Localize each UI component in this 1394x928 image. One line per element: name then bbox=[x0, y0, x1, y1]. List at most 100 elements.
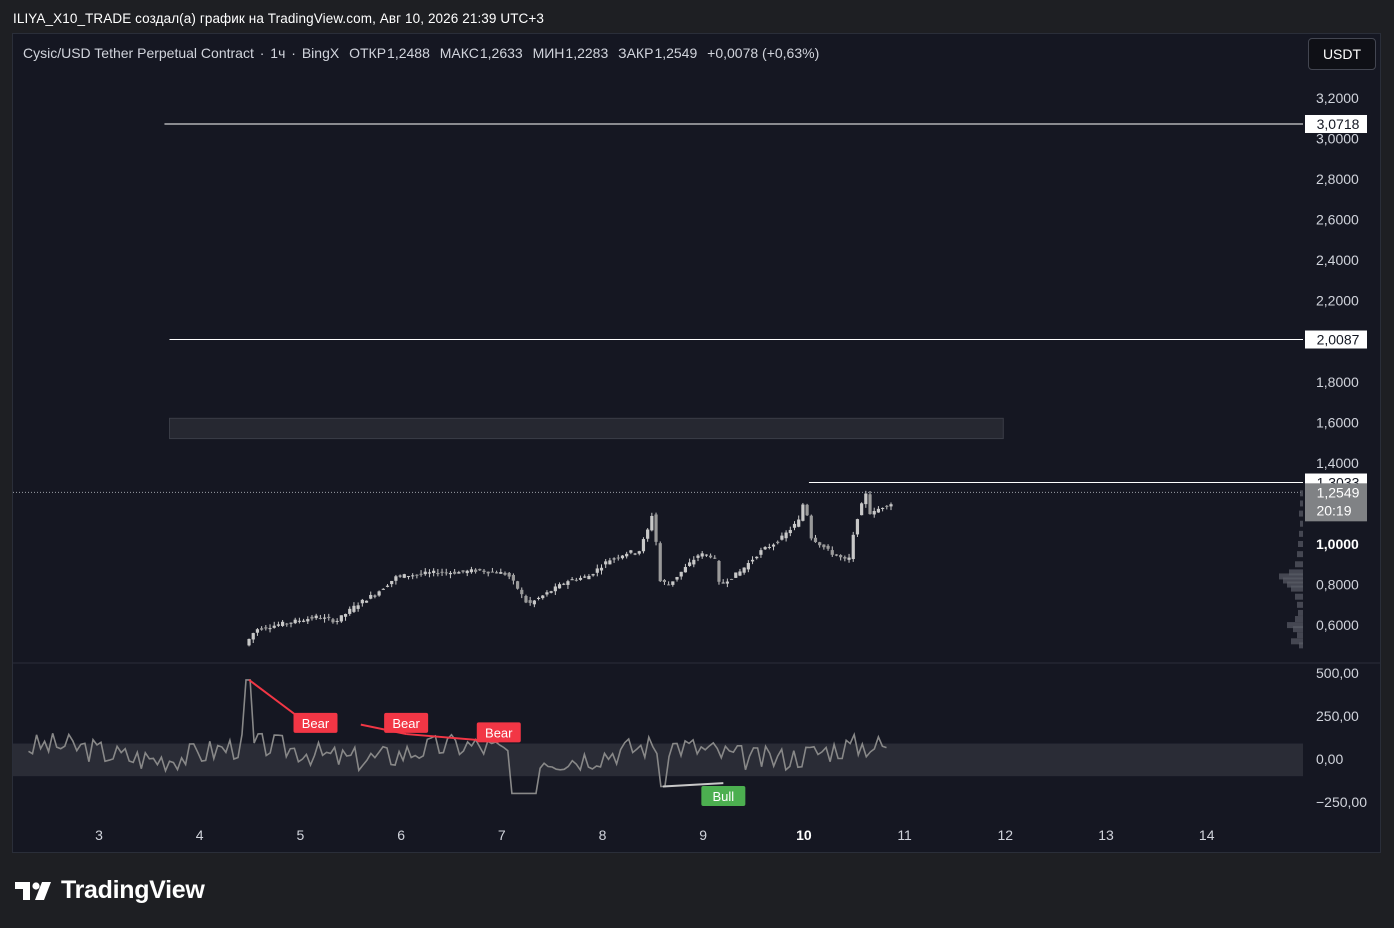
candle-body bbox=[507, 572, 511, 577]
candle-body bbox=[692, 559, 696, 565]
x-tick-label: 14 bbox=[1199, 827, 1215, 843]
tradingview-logo-icon bbox=[15, 881, 51, 900]
candle-body bbox=[465, 570, 469, 574]
y-tick-label: 3,2000 bbox=[1316, 90, 1359, 106]
volume-profile-bar bbox=[1297, 601, 1303, 608]
candle-body bbox=[612, 558, 616, 560]
candle-body bbox=[490, 571, 495, 573]
x-tick-label: 3 bbox=[95, 827, 103, 843]
volume-profile-bar bbox=[1298, 609, 1303, 616]
candle-body bbox=[822, 544, 826, 548]
candle-body bbox=[813, 537, 818, 543]
price-level-label: 3,0718 bbox=[1317, 116, 1360, 132]
volume-profile-bar bbox=[1297, 551, 1303, 558]
candle-body bbox=[251, 633, 255, 640]
candle-body bbox=[549, 591, 553, 593]
candle-body bbox=[708, 555, 713, 558]
candle-body bbox=[301, 620, 306, 622]
osc-tick-label: 0,00 bbox=[1316, 751, 1343, 767]
candle-body bbox=[318, 617, 322, 619]
candle-body bbox=[494, 572, 499, 574]
candle-body bbox=[293, 619, 297, 624]
candle-body bbox=[662, 579, 667, 583]
volume-profile-bar bbox=[1298, 541, 1303, 547]
candle-body bbox=[427, 572, 432, 574]
x-tick-label: 11 bbox=[897, 827, 912, 843]
candle-body bbox=[591, 574, 595, 576]
x-tick-label: 13 bbox=[1098, 827, 1114, 843]
candle-body bbox=[616, 557, 620, 559]
chart-canvas[interactable]: 3,20003,00002,80002,60002,40002,20002,00… bbox=[0, 0, 1394, 928]
candle-body bbox=[314, 615, 318, 619]
candle-body bbox=[746, 563, 750, 570]
x-tick-label: 9 bbox=[699, 827, 707, 843]
candle-body bbox=[553, 586, 557, 592]
candle-body bbox=[641, 539, 646, 552]
candle-body bbox=[700, 553, 704, 557]
candle-body bbox=[734, 572, 738, 578]
candle-body bbox=[419, 573, 423, 575]
currency-button[interactable]: USDT bbox=[1308, 38, 1376, 70]
candle-body bbox=[578, 577, 583, 580]
legend-close-value: 1,2549 bbox=[654, 45, 698, 61]
bear-signal-label: Bear bbox=[302, 716, 330, 731]
candle-body bbox=[574, 579, 578, 581]
resistance-zone[interactable] bbox=[168, 417, 1004, 440]
candle-body bbox=[411, 575, 415, 577]
candle-body bbox=[792, 523, 797, 528]
tradingview-brand[interactable]: TradingView bbox=[15, 876, 205, 905]
candle-body bbox=[557, 584, 562, 589]
legend-exchange: BingX bbox=[301, 45, 340, 61]
candle-body bbox=[868, 494, 872, 515]
candle-body bbox=[515, 581, 520, 589]
candle-body bbox=[390, 580, 394, 585]
candle-body bbox=[264, 627, 268, 629]
candle-body bbox=[654, 514, 658, 542]
legend-interval: 1ч bbox=[270, 45, 286, 61]
candle-body bbox=[671, 581, 675, 585]
legend-high-value: 1,2633 bbox=[479, 45, 523, 61]
candle-body bbox=[834, 554, 839, 556]
candle-body bbox=[872, 510, 876, 515]
candle-body bbox=[767, 546, 771, 548]
candle-body bbox=[637, 551, 641, 554]
candle-body bbox=[784, 532, 788, 539]
legend-low-value: 1,2283 bbox=[565, 45, 609, 61]
candle-body bbox=[776, 541, 780, 544]
y-tick-label: 0,6000 bbox=[1316, 617, 1359, 633]
volume-profile-bar bbox=[1299, 530, 1303, 537]
price-level-label: 2,0087 bbox=[1317, 332, 1360, 348]
candle-body bbox=[763, 547, 767, 550]
candle-body bbox=[486, 571, 490, 574]
candle-body bbox=[348, 608, 352, 614]
candle-body bbox=[876, 508, 881, 513]
bull-signal-label: Bull bbox=[712, 789, 734, 804]
legend-change: +0,0078 (+0,63%) bbox=[707, 45, 820, 61]
candle-body bbox=[461, 570, 465, 572]
osc-tick-label: −250,00 bbox=[1316, 794, 1367, 810]
candle-body bbox=[604, 561, 608, 565]
oscillator-line bbox=[28, 679, 887, 795]
candle-body bbox=[394, 576, 398, 581]
legend-symbol[interactable]: Cysic/USD Tether Perpetual Contract bbox=[23, 45, 254, 61]
y-tick-label: 1,8000 bbox=[1316, 374, 1359, 390]
candle-body bbox=[729, 578, 734, 580]
candle-body bbox=[750, 559, 755, 562]
candle-body bbox=[360, 599, 364, 604]
candle-body bbox=[545, 592, 549, 595]
volume-profile-bar bbox=[1287, 622, 1303, 629]
osc-tick-label: 500,00 bbox=[1316, 665, 1359, 681]
y-tick-label: 2,6000 bbox=[1316, 212, 1359, 228]
candle-body bbox=[482, 570, 486, 573]
brand-name: TradingView bbox=[61, 876, 205, 904]
candle-body bbox=[331, 619, 335, 623]
x-tick-label: 10 bbox=[796, 827, 812, 843]
candle-body bbox=[801, 504, 805, 521]
x-tick-label: 5 bbox=[297, 827, 305, 843]
candle-body bbox=[788, 529, 792, 534]
candle-body bbox=[818, 542, 822, 546]
candle-body bbox=[327, 616, 331, 619]
bar-countdown-label: 20:19 bbox=[1316, 502, 1351, 518]
candle-body bbox=[474, 569, 478, 572]
candle-body bbox=[780, 535, 784, 540]
